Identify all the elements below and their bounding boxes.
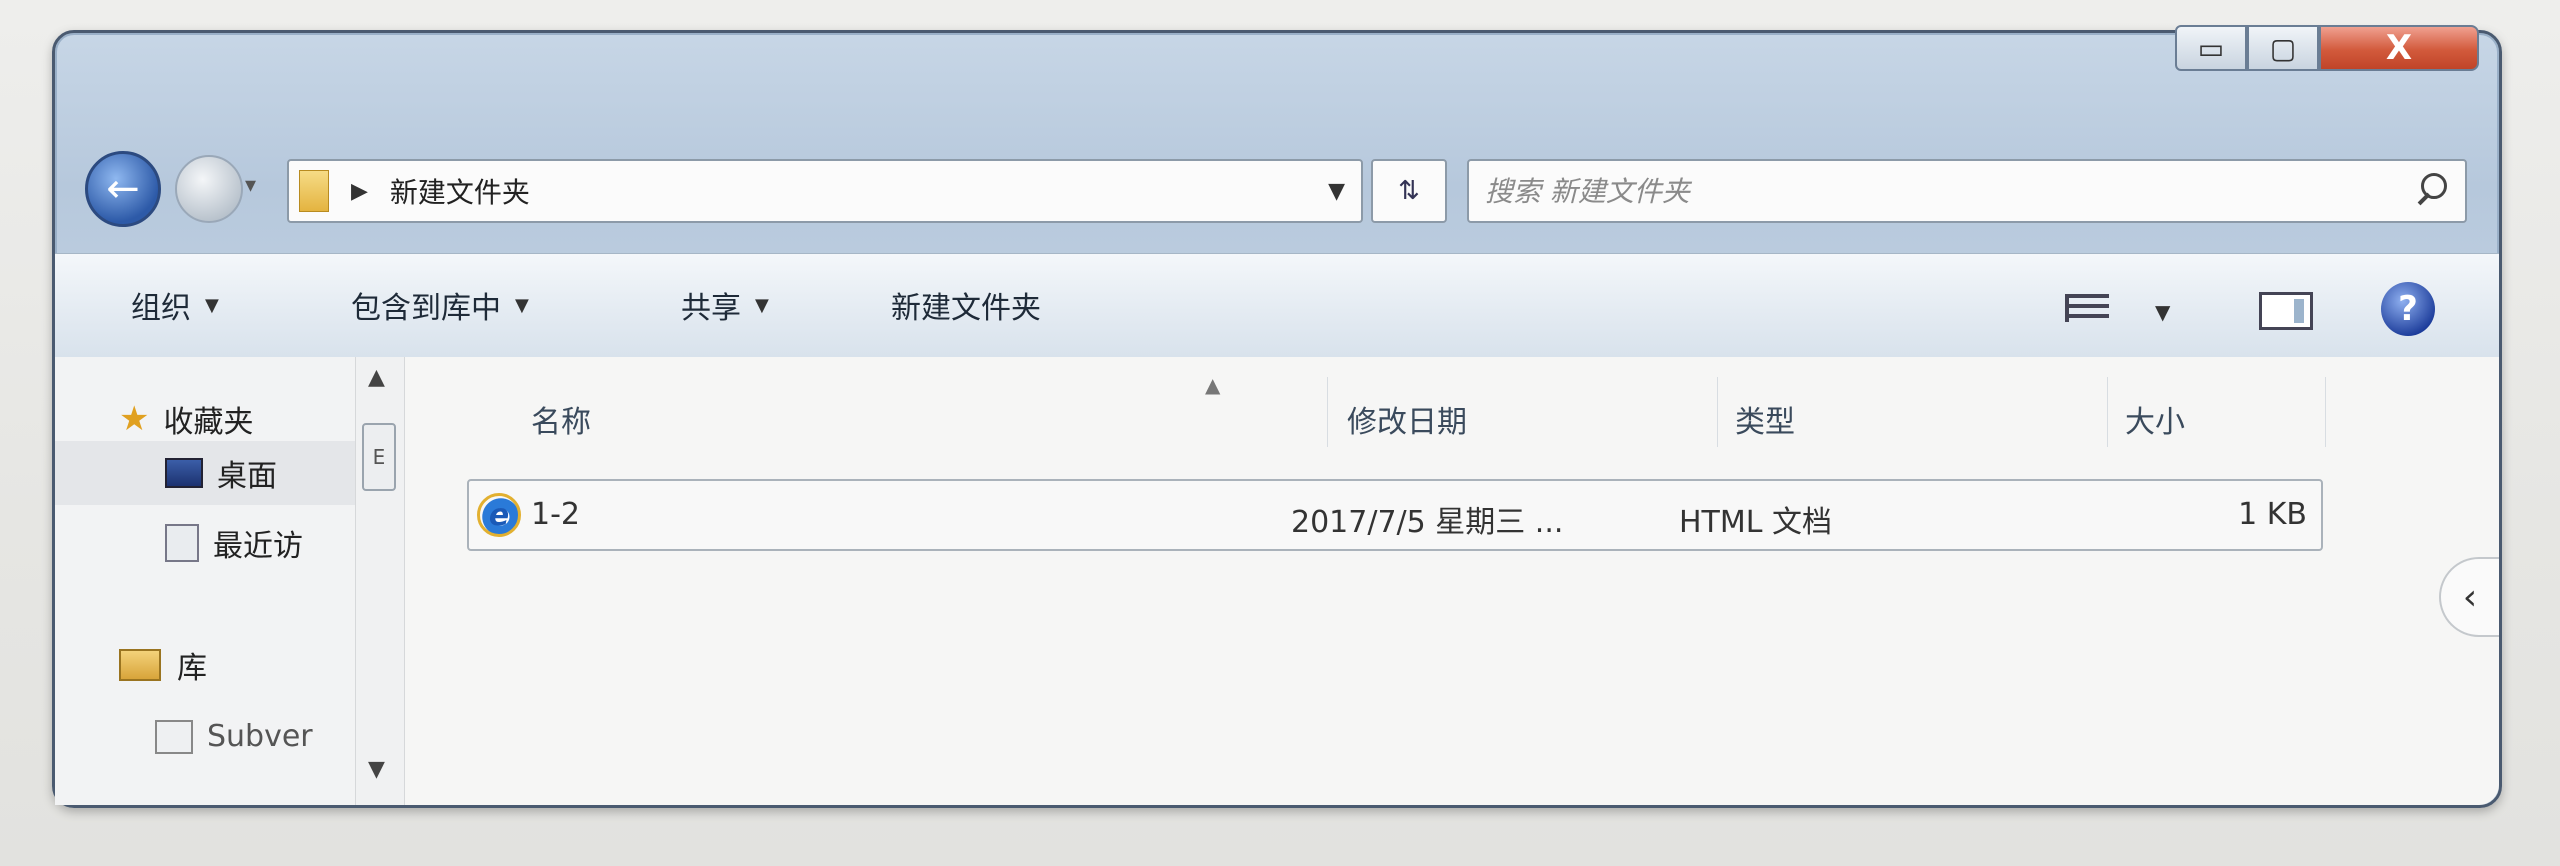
column-divider[interactable] xyxy=(2107,377,2108,447)
share-label: 共享 xyxy=(681,291,741,326)
sidebar-item-label: 最近访 xyxy=(213,529,303,564)
folder-icon xyxy=(299,170,329,212)
desktop-icon xyxy=(165,458,203,488)
column-header-name[interactable]: 名称 xyxy=(531,397,591,441)
include-in-library-button[interactable]: 包含到库中 ▼ xyxy=(351,280,529,330)
arrow-left-icon: ← xyxy=(106,166,140,212)
breadcrumb-separator[interactable]: ▶ xyxy=(351,179,368,204)
file-list-pane: ▲ 名称 修改日期 类型 大小 e 1-2 2017/7/5 星期三 ... H… xyxy=(405,357,2499,805)
minimize-button[interactable]: ▭ xyxy=(2175,25,2247,71)
library-icon xyxy=(119,649,161,681)
sidebar-item-label: 收藏夹 xyxy=(163,405,254,440)
column-divider[interactable] xyxy=(1327,377,1328,447)
organize-label: 组织 xyxy=(131,291,191,326)
chevron-down-icon: ▼ xyxy=(205,294,219,316)
explorer-window: ▭ ▢ X ← ▾ ▶ 新建文件夹 ▼ ⇅ 组织 ▼ 包含到库中 ▼ 共享 ▼ … xyxy=(52,25,2502,808)
scrollbar-thumb[interactable]: E xyxy=(362,423,396,491)
sidebar-item-subversion[interactable]: Subver xyxy=(155,719,313,754)
back-button[interactable]: ← xyxy=(85,151,161,227)
new-folder-label: 新建文件夹 xyxy=(891,291,1041,326)
include-in-library-label: 包含到库中 xyxy=(351,291,501,326)
column-divider[interactable] xyxy=(2325,377,2326,447)
views-icon[interactable] xyxy=(2065,294,2109,322)
new-folder-button[interactable]: 新建文件夹 xyxy=(891,280,1041,330)
recent-icon xyxy=(165,524,199,562)
caption-buttons: ▭ ▢ X xyxy=(2175,25,2479,71)
sidebar-item-favorites[interactable]: ★ 收藏夹 xyxy=(119,397,253,441)
sidebar-item-label: Subver xyxy=(207,719,313,754)
refresh-button[interactable]: ⇅ xyxy=(1371,159,1447,223)
column-header-modified[interactable]: 修改日期 xyxy=(1347,397,1467,441)
file-name: 1-2 xyxy=(531,497,580,532)
forward-button[interactable] xyxy=(175,155,243,223)
chevron-down-icon: ▼ xyxy=(755,294,769,316)
views-dropdown[interactable]: ▼ xyxy=(2155,300,2170,324)
sidebar-item-libraries[interactable]: 库 xyxy=(119,643,207,687)
file-modified-date: 2017/7/5 星期三 ... xyxy=(1291,505,1564,540)
close-button[interactable]: X xyxy=(2319,25,2479,71)
search-input[interactable] xyxy=(1469,173,2413,209)
help-icon[interactable]: ? xyxy=(2381,282,2435,336)
address-bar[interactable]: ▶ 新建文件夹 ▼ xyxy=(287,159,1363,223)
navigation-pane: ★ 收藏夹 桌面 最近访 库 Subver xyxy=(55,357,355,805)
ie-html-icon: e xyxy=(477,493,521,537)
file-type: HTML 文档 xyxy=(1679,505,1833,540)
search-icon[interactable] xyxy=(2413,171,2453,211)
sidebar-item-recent[interactable]: 最近访 xyxy=(165,521,303,565)
sidebar-item-desktop[interactable]: 桌面 xyxy=(55,441,355,505)
chevron-left-icon: ‹ xyxy=(2462,576,2478,618)
navigation-scrollbar[interactable]: ▲ E ▼ xyxy=(355,357,405,805)
breadcrumb-current-folder[interactable]: 新建文件夹 xyxy=(390,171,1328,211)
file-size: 1 KB xyxy=(2238,497,2307,532)
column-header-size[interactable]: 大小 xyxy=(2125,397,2185,441)
sort-ascending-icon: ▲ xyxy=(1205,373,1221,397)
chevron-down-icon: ▼ xyxy=(515,294,529,316)
sidebar-item-label: 桌面 xyxy=(217,459,277,494)
preview-pane-icon[interactable] xyxy=(2259,292,2313,330)
column-divider[interactable] xyxy=(1717,377,1718,447)
sidebar-item-label: 库 xyxy=(177,651,207,686)
share-button[interactable]: 共享 ▼ xyxy=(681,280,769,330)
content-area: ★ 收藏夹 桌面 最近访 库 Subver ▲ E ▼ ▲ 名称 修改日期 类型… xyxy=(55,357,2499,805)
file-row[interactable]: e 1-2 2017/7/5 星期三 ... HTML 文档 1 KB xyxy=(467,479,2323,551)
scroll-up-arrow-icon[interactable]: ▲ xyxy=(368,365,385,390)
command-toolbar: 组织 ▼ 包含到库中 ▼ 共享 ▼ 新建文件夹 ▼ ? xyxy=(55,253,2499,359)
organize-button[interactable]: 组织 ▼ xyxy=(131,280,219,330)
user-folder-icon xyxy=(155,719,193,754)
column-header-type[interactable]: 类型 xyxy=(1735,397,1795,441)
address-dropdown[interactable]: ▼ xyxy=(1328,179,1345,204)
refresh-icon: ⇅ xyxy=(1398,176,1420,206)
recent-pages-dropdown[interactable]: ▾ xyxy=(245,173,256,198)
maximize-button[interactable]: ▢ xyxy=(2247,25,2319,71)
scroll-down-arrow-icon[interactable]: ▼ xyxy=(368,757,385,782)
search-box[interactable] xyxy=(1467,159,2467,223)
star-icon: ★ xyxy=(119,399,150,439)
